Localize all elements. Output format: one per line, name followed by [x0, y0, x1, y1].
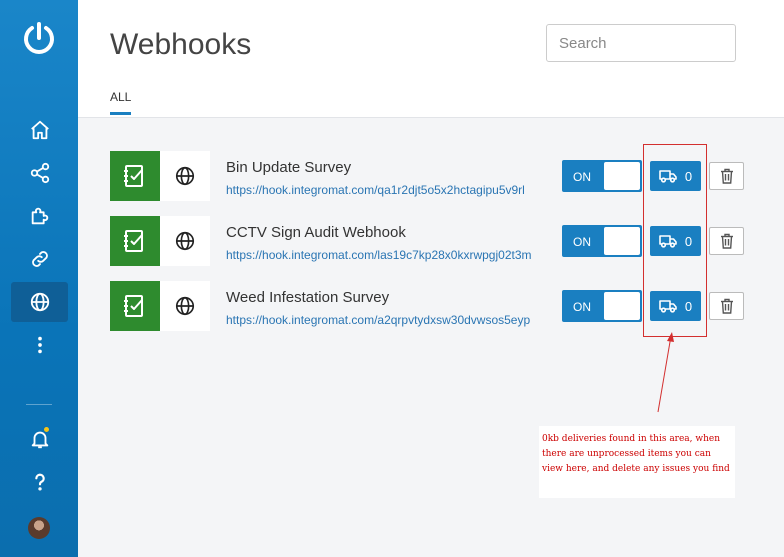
webhook-type	[160, 151, 210, 201]
app-icon	[110, 151, 160, 201]
nav-more[interactable]	[11, 325, 68, 365]
annotation-note: 0kb deliveries found in this area, when …	[539, 426, 735, 498]
webhook-url[interactable]: https://hook.integromat.com/a2qrpvtydxsw…	[226, 313, 554, 327]
webhook-type	[160, 281, 210, 331]
home-icon	[30, 120, 49, 140]
webhook-url[interactable]: https://hook.integromat.com/las19c7kp28x…	[226, 248, 554, 262]
tab-all[interactable]: ALL	[110, 90, 132, 115]
toggle-knob	[604, 162, 640, 190]
trash-icon	[720, 168, 733, 184]
trash-icon	[720, 298, 733, 314]
nav-help[interactable]	[11, 462, 68, 502]
page-title: Webhooks	[110, 28, 252, 61]
toggle-knob	[604, 292, 640, 320]
annotation-arrow	[657, 332, 674, 413]
puzzle-icon	[31, 207, 48, 225]
toggle-knob	[604, 227, 640, 255]
nav-webhooks[interactable]	[11, 282, 68, 322]
trash-icon	[720, 233, 733, 249]
annotation-highlight-box	[643, 144, 707, 337]
sidebar	[0, 0, 78, 557]
delete-button[interactable]	[709, 227, 744, 255]
nav-notifications[interactable]	[11, 419, 68, 459]
checklist-icon	[124, 295, 143, 317]
notification-dot	[43, 426, 50, 433]
delete-button[interactable]	[709, 162, 744, 190]
app-icon	[110, 216, 160, 266]
webhook-toggle[interactable]: ON	[562, 160, 642, 192]
globe-icon	[30, 292, 49, 312]
nav-connections[interactable]	[11, 239, 68, 279]
link-icon	[31, 251, 48, 267]
webhook-name[interactable]: Bin Update Survey	[226, 159, 351, 176]
globe-icon	[175, 166, 195, 186]
webhook-toggle[interactable]: ON	[562, 225, 642, 257]
app-icon	[110, 281, 160, 331]
nav-home[interactable]	[11, 110, 68, 150]
globe-icon	[175, 296, 195, 316]
sidebar-divider	[26, 404, 52, 405]
help-icon	[34, 473, 45, 491]
nav-scenarios[interactable]	[11, 153, 68, 193]
webhook-url[interactable]: https://hook.integromat.com/qa1r2djt5o5x…	[226, 183, 554, 197]
integromat-logo[interactable]	[21, 20, 57, 56]
toggle-label: ON	[573, 170, 591, 184]
share-icon	[30, 162, 49, 184]
toggle-label: ON	[573, 300, 591, 314]
more-vertical-icon	[37, 336, 42, 354]
checklist-icon	[124, 230, 143, 252]
globe-icon	[175, 231, 195, 251]
webhook-name[interactable]: CCTV Sign Audit Webhook	[226, 224, 406, 241]
delete-button[interactable]	[709, 292, 744, 320]
page-header: Webhooks ALL	[78, 0, 784, 118]
toggle-label: ON	[573, 235, 591, 249]
webhook-toggle[interactable]: ON	[562, 290, 642, 322]
webhook-name[interactable]: Weed Infestation Survey	[226, 289, 389, 306]
avatar[interactable]	[28, 517, 50, 539]
webhook-type	[160, 216, 210, 266]
nav-apps[interactable]	[11, 196, 68, 236]
search-input[interactable]	[546, 24, 736, 62]
checklist-icon	[124, 165, 143, 187]
